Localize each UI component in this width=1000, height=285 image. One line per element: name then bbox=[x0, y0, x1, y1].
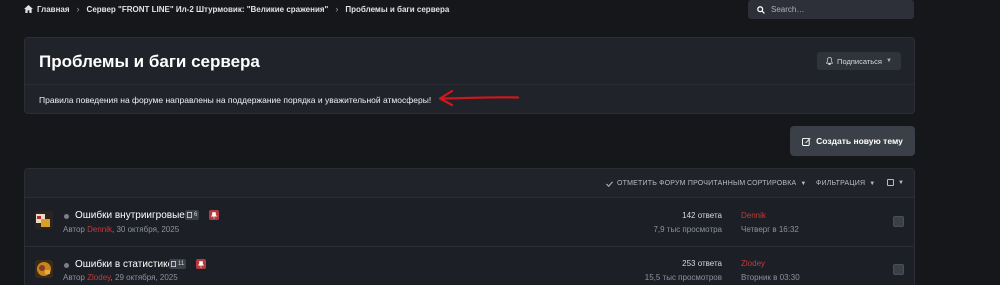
author-prefix: Автор bbox=[63, 273, 85, 282]
pages-count: 11 bbox=[178, 261, 185, 267]
edit-icon bbox=[802, 137, 811, 146]
thread-title-link[interactable]: Ошибки внутриигровые. bbox=[75, 210, 188, 221]
chevron-down-icon: ▼ bbox=[885, 58, 892, 64]
bell-icon bbox=[826, 57, 834, 65]
reply-count: 142 ответа bbox=[682, 211, 722, 220]
last-post-user[interactable]: Dennik bbox=[741, 211, 766, 220]
forum-rules-text: Правила поведения на форуме направлены н… bbox=[39, 95, 432, 105]
create-thread-button[interactable]: Создать новую тему bbox=[790, 126, 915, 156]
thread-title-link[interactable]: Ошибки в статистике bbox=[75, 259, 173, 270]
thread-meta: Автор Dennik, 30 октября, 2025 bbox=[63, 225, 179, 234]
pages-icon bbox=[187, 212, 192, 218]
create-thread-label: Создать новую тему bbox=[816, 136, 903, 146]
page-scroll-gutter bbox=[916, 0, 1000, 285]
table-row[interactable]: Ошибки внутриигровые. 6 Автор Dennik, 30… bbox=[25, 198, 914, 246]
pages-icon bbox=[171, 261, 176, 267]
thread-date: 29 октября, 2025 bbox=[115, 273, 178, 282]
unread-indicator bbox=[64, 263, 69, 268]
author-link[interactable]: Zlodey bbox=[87, 273, 110, 282]
pin-icon bbox=[211, 211, 217, 219]
mark-read-button[interactable]: ОТМЕТИТЬ ФОРУМ ПРОЧИТАННЫМ bbox=[606, 180, 745, 187]
search-box[interactable] bbox=[748, 0, 914, 19]
unread-indicator bbox=[64, 214, 69, 219]
sort-dropdown[interactable]: СОРТИРОВКА ▼ bbox=[747, 180, 807, 187]
search-icon bbox=[757, 5, 765, 14]
search-input[interactable] bbox=[771, 5, 901, 14]
chevron-right-icon: › bbox=[76, 4, 80, 14]
pages-badge[interactable]: 11 bbox=[169, 259, 187, 269]
mark-read-label: ОТМЕТИТЬ ФОРУМ ПРОЧИТАННЫМ bbox=[617, 180, 746, 187]
chevron-down-icon: ▼ bbox=[898, 179, 904, 186]
subscribe-label: Подписаться bbox=[837, 56, 882, 66]
view-count: 15,5 тыс просмотров bbox=[644, 273, 722, 282]
filter-dropdown[interactable]: ФИЛЬТРАЦИЯ ▼ bbox=[816, 180, 875, 187]
check-icon bbox=[606, 180, 613, 187]
thread-meta: Автор Zlodey, 29 октября, 2025 bbox=[63, 273, 178, 282]
avatar[interactable] bbox=[35, 211, 53, 229]
breadcrumb-home-label: Главная bbox=[37, 4, 70, 14]
last-post-date[interactable]: Вторник в 03:30 bbox=[741, 273, 800, 282]
row-checkbox[interactable] bbox=[893, 216, 904, 227]
reply-count: 253 ответа bbox=[682, 259, 722, 268]
pin-badge bbox=[209, 210, 219, 220]
author-link[interactable]: Dennik bbox=[87, 225, 112, 234]
last-post-date[interactable]: Четверг в 16:32 bbox=[741, 225, 799, 234]
thread-list: ОТМЕТИТЬ ФОРУМ ПРОЧИТАННЫМ СОРТИРОВКА ▼ … bbox=[24, 168, 915, 285]
top-navigation-bar: Главная › Сервер "FRONT LINE" Ил-2 Штурм… bbox=[0, 0, 1000, 22]
select-all-checkbox[interactable] bbox=[887, 179, 894, 186]
row-checkbox[interactable] bbox=[893, 264, 904, 275]
view-count: 7,9 тыс просмотра bbox=[653, 225, 722, 234]
breadcrumb-server[interactable]: Сервер "FRONT LINE" Ил-2 Штурмовик: "Вел… bbox=[87, 5, 329, 14]
avatar-image bbox=[35, 260, 53, 278]
divider bbox=[25, 84, 914, 85]
filter-label: ФИЛЬТРАЦИЯ bbox=[816, 180, 866, 187]
table-row[interactable]: Ошибки в статистике 11 Автор Zlodey, 29 … bbox=[25, 247, 914, 285]
pages-badge[interactable]: 6 bbox=[185, 210, 200, 220]
author-prefix: Автор bbox=[63, 225, 85, 234]
chevron-right-icon: › bbox=[335, 4, 339, 14]
sort-label: СОРТИРОВКА bbox=[747, 180, 797, 187]
page-title: Проблемы и баги сервера bbox=[39, 52, 260, 71]
home-icon bbox=[24, 5, 33, 13]
chevron-down-icon: ▼ bbox=[869, 180, 876, 187]
thread-list-toolbar: ОТМЕТИТЬ ФОРУМ ПРОЧИТАННЫМ СОРТИРОВКА ▼ … bbox=[25, 169, 914, 198]
last-post-user[interactable]: Zlodey bbox=[741, 259, 765, 268]
breadcrumb-current[interactable]: Проблемы и баги сервера bbox=[345, 5, 449, 14]
pin-icon bbox=[198, 260, 204, 268]
breadcrumb-home[interactable]: Главная bbox=[24, 5, 70, 14]
pages-count: 6 bbox=[194, 212, 198, 218]
breadcrumb: Главная › Сервер "FRONT LINE" Ил-2 Штурм… bbox=[24, 4, 449, 14]
thread-date: 30 октября, 2025 bbox=[116, 225, 180, 234]
chevron-down-icon: ▼ bbox=[800, 180, 807, 187]
subscribe-button[interactable]: Подписаться ▼ bbox=[817, 52, 901, 70]
avatar[interactable] bbox=[35, 260, 53, 278]
avatar-image bbox=[35, 211, 53, 229]
red-arrow-annotation bbox=[438, 89, 520, 107]
select-all-dropdown[interactable]: ▼ bbox=[887, 179, 904, 186]
pin-badge bbox=[196, 259, 206, 269]
